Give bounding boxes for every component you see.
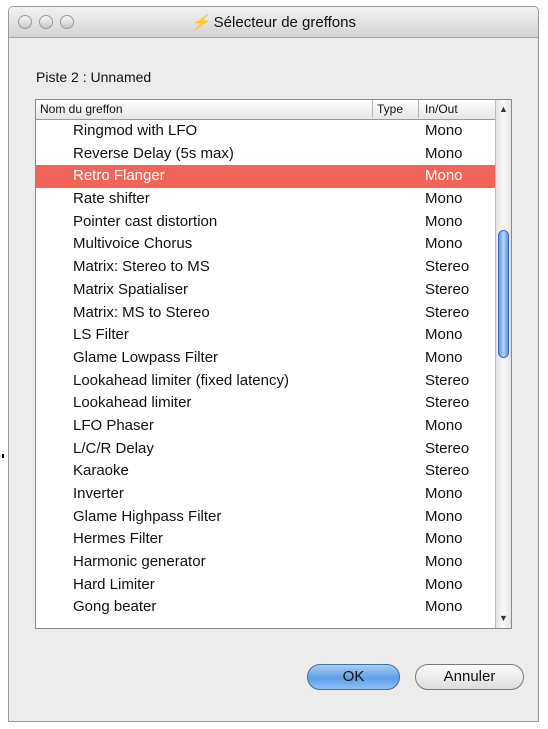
plugin-in-out: Mono xyxy=(425,416,463,434)
plugin-selector-icon: ⚡ xyxy=(190,14,210,31)
plugin-row[interactable]: Inverter Mono xyxy=(36,483,501,506)
plugin-in-out: Mono xyxy=(425,144,463,162)
column-header-in-out[interactable]: In/Out xyxy=(425,102,458,116)
plugin-row[interactable]: Reverse Delay (5s max) Mono xyxy=(36,143,501,166)
plugin-in-out: Stereo xyxy=(425,280,470,298)
plugin-name: Matrix: MS to Stereo xyxy=(73,303,210,321)
plugin-in-out: Mono xyxy=(425,485,463,502)
plugin-name: Matrix: Stereo to MS xyxy=(73,258,210,276)
plugin-row[interactable]: LS Filter Mono xyxy=(36,324,501,347)
cancel-button[interactable]: Annuler xyxy=(415,664,524,690)
plugin-in-out: Mono xyxy=(425,122,463,139)
plugin-row[interactable]: Hermes Filter Mono xyxy=(36,528,501,551)
plugin-row[interactable]: Ringmod with LFO Mono xyxy=(36,120,501,143)
plugin-name: Glame Highpass Filter xyxy=(73,507,222,525)
plugin-in-out: Mono xyxy=(425,530,463,548)
plugin-name: Glame Lowpass Filter xyxy=(73,348,219,366)
plugin-name: Rate shifter xyxy=(73,190,150,208)
plugin-in-out: Mono xyxy=(425,235,463,253)
plugin-name: Pointer cast distortion xyxy=(73,212,218,230)
plugin-in-out: Stereo xyxy=(425,258,470,276)
edge-mark xyxy=(2,454,4,458)
plugin-row[interactable]: Glame Lowpass Filter Mono xyxy=(36,347,501,370)
plugin-row[interactable]: LFO Phaser Mono xyxy=(36,415,501,438)
plugin-in-out: Stereo xyxy=(425,439,470,457)
scroll-down-arrow-icon[interactable]: ▼ xyxy=(496,611,511,626)
plugin-name: Harmonic generator xyxy=(73,553,206,571)
plugin-name: Hermes Filter xyxy=(73,530,164,548)
plugin-name: Lookahead limiter (fixed latency) xyxy=(73,371,289,389)
plugin-name: Lookahead limiter xyxy=(73,394,192,412)
plugin-row[interactable]: Karaoke Stereo xyxy=(36,460,501,483)
plugin-name: Gong beater xyxy=(73,598,157,616)
column-divider xyxy=(372,100,373,118)
plugin-name: Inverter xyxy=(73,485,124,502)
plugin-row[interactable]: Lookahead limiter Stereo xyxy=(36,392,501,415)
plugin-in-out: Stereo xyxy=(425,462,470,480)
plugin-row[interactable]: Gong beater Mono xyxy=(36,596,501,619)
title-bar: ⚡ Sélecteur de greffons xyxy=(9,7,538,38)
column-divider xyxy=(418,100,419,118)
plugin-name: Karaoke xyxy=(73,462,129,480)
plugin-row[interactable]: Rate shifter Mono xyxy=(36,188,501,211)
plugin-name: Multivoice Chorus xyxy=(73,235,193,253)
plugin-name: Ringmod with LFO xyxy=(73,122,198,139)
plugin-name: LS Filter xyxy=(73,326,129,344)
plugin-in-out: Mono xyxy=(425,507,463,525)
plugin-name: L/C/R Delay xyxy=(73,439,154,457)
list-header: Nom du greffon Type In/Out xyxy=(36,100,511,120)
plugin-list[interactable]: Nom du greffon Type In/Out Ringmod with … xyxy=(35,99,512,629)
plugin-row[interactable]: Matrix: MS to Stereo Stereo xyxy=(36,302,501,325)
plugin-name: LFO Phaser xyxy=(73,416,154,434)
scroll-up-arrow-icon[interactable]: ▲ xyxy=(496,102,511,117)
plugin-row[interactable]: Multivoice Chorus Mono xyxy=(36,233,501,256)
vertical-scrollbar[interactable]: ▲ ▼ xyxy=(495,100,511,628)
plugin-in-out: Mono xyxy=(425,212,463,230)
plugin-selector-window: ⚡ Sélecteur de greffons Piste 2 : Unnamed… xyxy=(8,6,539,722)
plugin-in-out: Mono xyxy=(425,190,463,208)
scrollbar-thumb[interactable] xyxy=(498,230,509,358)
plugin-name: Retro Flanger xyxy=(73,167,165,185)
plugin-in-out: Mono xyxy=(425,326,463,344)
window-title-text: Sélecteur de greffons xyxy=(213,14,356,31)
window-title: ⚡ Sélecteur de greffons xyxy=(9,13,538,31)
track-label: Piste 2 : Unnamed xyxy=(36,69,152,85)
column-header-type[interactable]: Type xyxy=(377,102,403,116)
plugin-name: Matrix Spatialiser xyxy=(73,280,189,298)
plugin-in-out: Mono xyxy=(425,598,463,616)
plugin-rows: Ringmod with LFO Mono Reverse Delay (5s ma… xyxy=(36,120,501,619)
plugin-row[interactable]: Glame Highpass Filter Mono xyxy=(36,506,501,529)
ok-button[interactable]: OK xyxy=(307,664,400,690)
plugin-row[interactable]: L/C/R Delay Stereo xyxy=(36,438,501,461)
plugin-in-out: Mono xyxy=(425,575,463,593)
plugin-row[interactable]: Harmonic generator Mono xyxy=(36,551,501,574)
plugin-in-out: Mono xyxy=(425,167,463,185)
plugin-row[interactable]: Matrix: Stereo to MS Stereo xyxy=(36,256,501,279)
plugin-row[interactable]: Lookahead limiter (fixed latency) Stereo xyxy=(36,370,501,393)
column-header-name[interactable]: Nom du greffon xyxy=(40,102,123,116)
plugin-in-out: Mono xyxy=(425,348,463,366)
plugin-in-out: Mono xyxy=(425,553,463,571)
plugin-in-out: Stereo xyxy=(425,394,470,412)
plugin-row[interactable]: Pointer cast distortion Mono xyxy=(36,211,501,234)
plugin-in-out: Stereo xyxy=(425,303,470,321)
plugin-name: Reverse Delay (5s max) xyxy=(73,144,234,162)
plugin-row[interactable]: Matrix Spatialiser Stereo xyxy=(36,279,501,302)
plugin-row[interactable]: Hard Limiter Mono xyxy=(36,574,501,597)
plugin-name: Hard Limiter xyxy=(73,575,155,593)
plugin-row[interactable]: Retro Flanger Mono xyxy=(36,165,501,189)
plugin-in-out: Stereo xyxy=(425,371,470,389)
